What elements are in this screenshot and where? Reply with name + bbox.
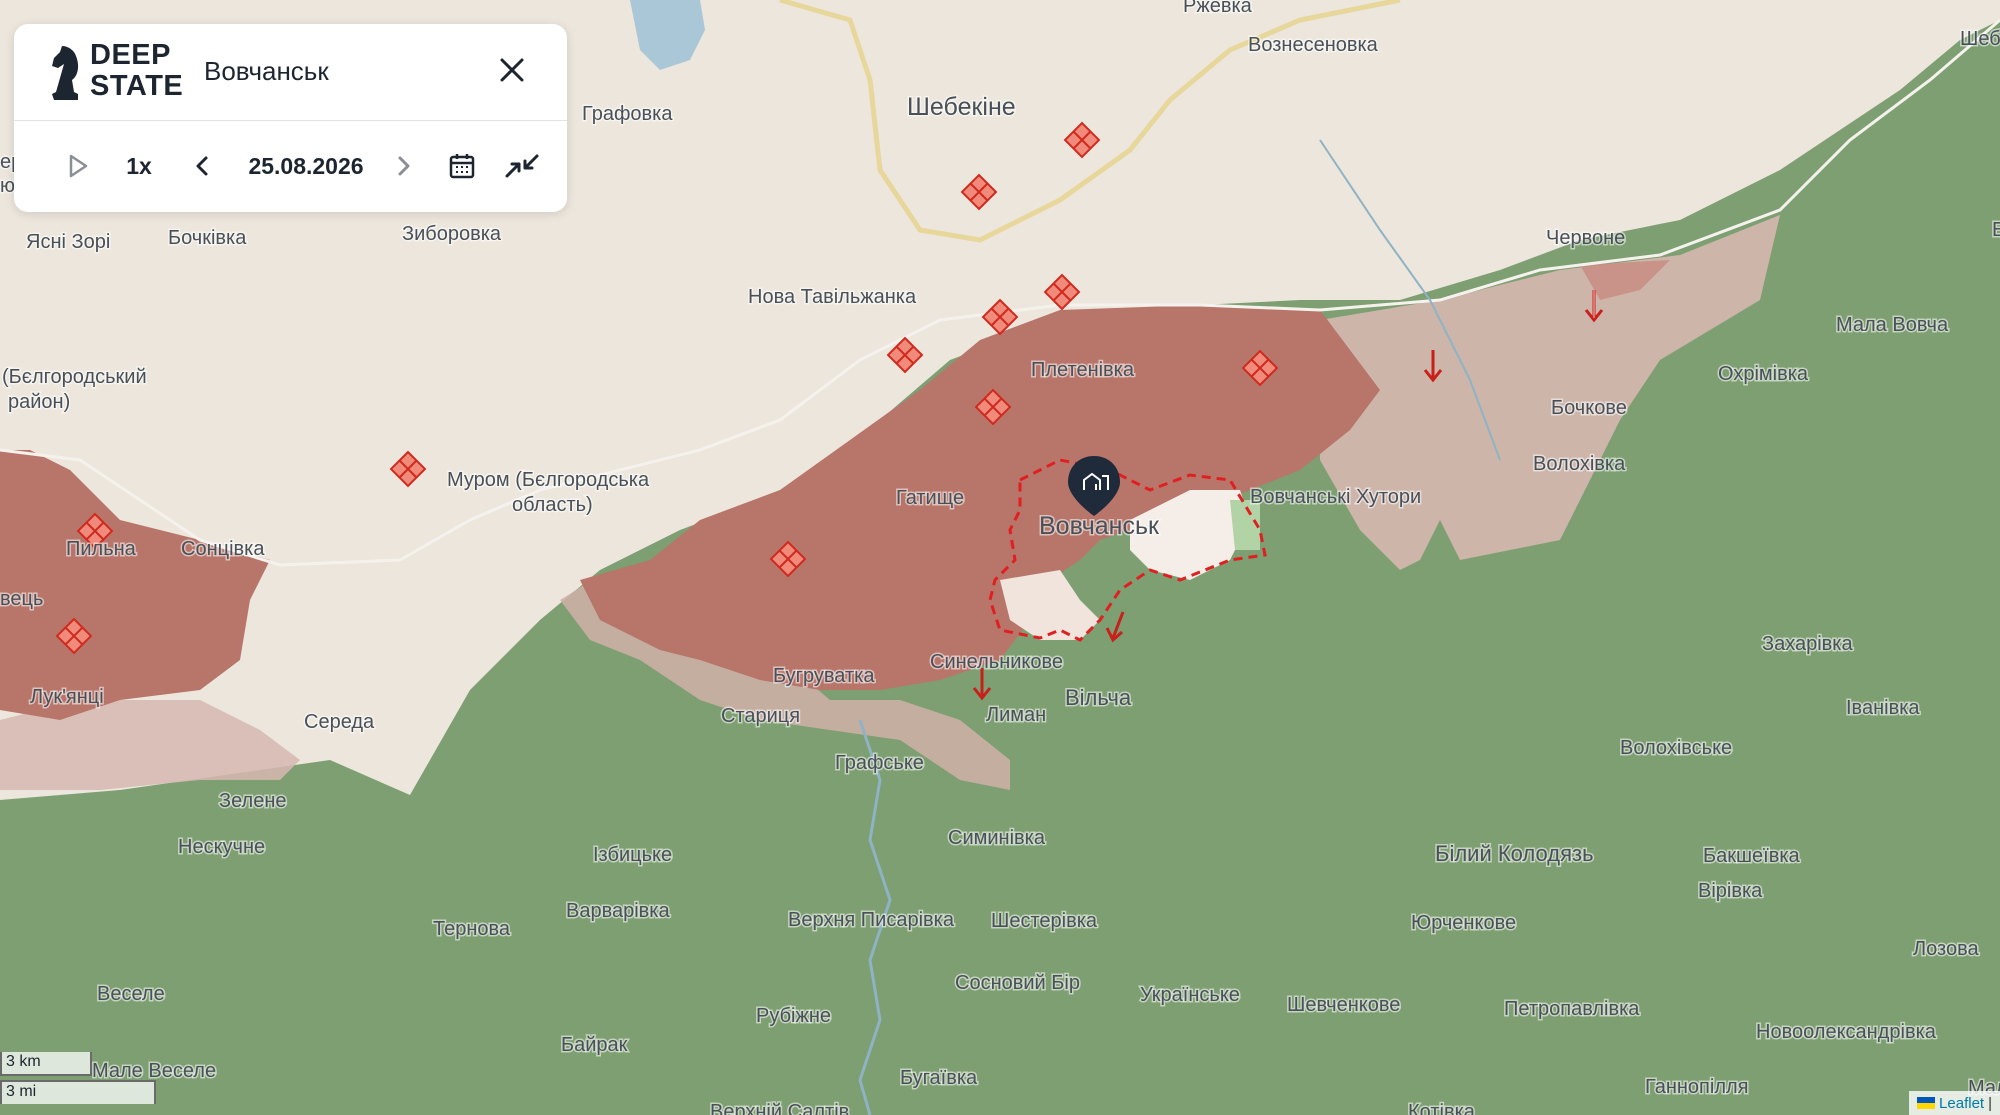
attribution[interactable]: Leaflet | (1909, 1091, 2000, 1115)
collapse-arrows-icon (505, 154, 539, 178)
label-neskuchne: Нескучне (178, 836, 265, 858)
label-varvarivka: Варварівка (566, 900, 670, 922)
play-icon (69, 154, 88, 178)
logo-line2: STATE (90, 70, 184, 102)
label-male-vesele: Мале Веселе (92, 1060, 216, 1082)
label-mala-vovcha: Мала Вовча (1836, 314, 1949, 336)
date-display[interactable]: 25.08.2026 (226, 146, 386, 186)
label-rzhevka: Ржевка (1183, 0, 1253, 17)
ukraine-flag-icon (1917, 1097, 1936, 1109)
label-buhaivka: Бугаївка (900, 1067, 978, 1089)
label-murom-2: область) (512, 494, 593, 516)
label-ukrainske: Українське (1140, 984, 1240, 1006)
prev-date-button[interactable] (182, 146, 222, 186)
label-shesterivka: Шестерівка (991, 910, 1098, 932)
label-volokhivske: Волохівське (1620, 737, 1732, 759)
label-zakharivka: Захарівка (1762, 633, 1853, 655)
calendar-button[interactable] (442, 146, 482, 186)
close-button[interactable] (494, 52, 530, 88)
label-syminivka: Симинівка (948, 827, 1046, 849)
label-yurchenkove: Юрченкове (1411, 912, 1516, 934)
scale-mi: 3 mi (0, 1080, 156, 1104)
deepstate-logo[interactable]: DEEP STATE (48, 40, 198, 106)
label-pletenivka: Плетенівка (1031, 359, 1135, 381)
label-virivka: Вірівка (1698, 880, 1763, 902)
label-izbytske: Ізбицьке (593, 844, 672, 866)
label-voznesenovka: Вознесеновка (1248, 34, 1379, 56)
label-buhruvatka: Бугруватка (773, 665, 875, 687)
page-title: Вовчанськ (204, 56, 329, 86)
label-zyborovka: Зиборовка (402, 223, 502, 245)
label-bilyi-kolodiaz: Білий Колодязь (1435, 841, 1594, 866)
label-bakshеivka: Бакшеївка (1703, 845, 1801, 867)
knight-chess-icon (52, 46, 79, 100)
label-grafske: Графське (835, 752, 924, 774)
play-button[interactable] (58, 146, 98, 186)
label-murom-1: Муром (Бєлгородська (447, 469, 650, 491)
label-chervone: Червоне (1546, 227, 1625, 249)
label-vovchanski-khutory: Вовчанські Хутори (1250, 486, 1421, 508)
label-ternova: Тернова (433, 918, 511, 940)
label-nova-tavilzhanka: Нова Тавільжанка (748, 286, 917, 308)
label-vilcha: Вільча (1065, 685, 1132, 710)
label-edge-right: Е (1992, 219, 2000, 241)
label-lukyantsi: Лук'янці (30, 686, 104, 708)
label-kotivka: Котівка (1408, 1101, 1476, 1115)
label-hannopillia: Ганнопілля (1645, 1076, 1749, 1098)
label-petropavlivka: Петропавлівка (1504, 998, 1640, 1020)
label-synelnykove: Синельникове (930, 651, 1063, 673)
label-shevchenkove: Шевченкове (1287, 994, 1400, 1016)
collapse-button[interactable] (500, 146, 544, 186)
label-vets: вець (0, 588, 43, 610)
label-ivanivka: Іванівка (1846, 697, 1920, 719)
label-zelene: Зелене (219, 790, 287, 812)
label-pylna: Пильна (66, 538, 137, 560)
label-bochkove: Бочкове (1551, 397, 1627, 419)
close-icon (500, 58, 524, 82)
label-shebe: Шебе (1960, 28, 2000, 50)
chevron-right-icon (398, 156, 410, 176)
speed-button[interactable]: 1x (114, 146, 164, 186)
scale-km: 3 km (0, 1052, 92, 1076)
label-verkhnii-saltiv: Верхній Салтів (710, 1101, 849, 1115)
label-sontsivka: Сонцівка (181, 538, 265, 560)
attribution-link[interactable]: Leaflet (1939, 1095, 1984, 1112)
label-bairak: Байрак (561, 1034, 628, 1056)
panel-header: DEEP STATE Вовчанськ (14, 24, 567, 121)
label-volokhivka: Волохівка (1533, 453, 1626, 475)
label-vesele: Веселе (97, 983, 165, 1005)
label-lyman: Лиман (986, 704, 1046, 726)
label-sereda: Середа (304, 711, 375, 733)
label-hatyshche: Гатище (896, 487, 964, 509)
next-date-button[interactable] (384, 146, 424, 186)
label-yasni-zori: Ясні Зорі (26, 231, 110, 253)
calendar-icon (449, 154, 475, 179)
label-starytsia: Стариця (721, 705, 800, 727)
label-belgorod-rayon-1: (Бєлгородський (2, 366, 147, 388)
chevron-left-icon (196, 156, 208, 176)
label-shebekine: Шебекіне (907, 93, 1016, 121)
attribution-separator: | (1988, 1094, 1992, 1112)
label-verkhnia-pysarivka: Верхня Писарівка (788, 909, 955, 931)
label-lozova: Лозова (1913, 938, 1979, 960)
control-panel: DEEP STATE Вовчанськ 1x 25.08.2026 (14, 24, 567, 212)
logo-line1: DEEP (90, 39, 171, 71)
label-bochkivka: Бочківка (168, 227, 247, 249)
label-belgorod-rayon-2: район) (8, 391, 70, 413)
label-novooleksandrivka: Новоолександрівка (1756, 1021, 1937, 1043)
label-rubizhne: Рубіжне (756, 1005, 831, 1027)
label-okhrimivka: Охрімівка (1718, 363, 1809, 385)
label-sosnovyi-bir: Сосновий Бір (955, 972, 1080, 994)
label-vovchansk: Вовчанськ (1039, 512, 1160, 540)
playback-controls: 1x 25.08.2026 (14, 120, 567, 212)
label-grafovka: Графовка (582, 103, 673, 125)
